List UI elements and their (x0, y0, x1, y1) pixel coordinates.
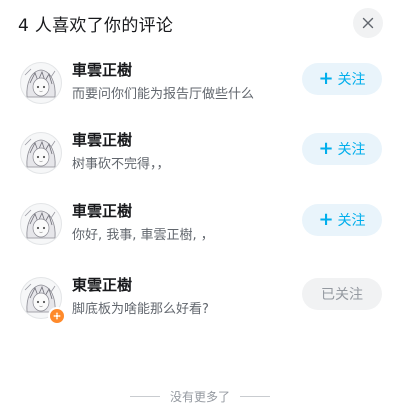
comment-text: 而要问你们能为报告厅做些什么 (72, 87, 255, 102)
followed-button[interactable]: 已关注 (302, 278, 382, 310)
comment-text: 你好, 我事, 車雲正樹, ， (72, 228, 214, 243)
user-name[interactable]: 車雲正樹 (72, 60, 132, 80)
divider (240, 395, 270, 397)
comment-text: 树事砍不完得，， (72, 157, 170, 172)
no-more-text: 没有更多了 (169, 389, 230, 404)
avatar-illustration (24, 68, 56, 98)
user-row[interactable]: 東雲正樹 脚底板为啥能那么好看? 已关注 (0, 275, 400, 335)
sheet-header: 4 人喜欢了你的评论 (18, 9, 173, 37)
user-name[interactable]: 東雲正樹 (72, 275, 132, 295)
avatar-illustration (24, 138, 56, 168)
follow-button[interactable]: + 关注 (302, 204, 382, 236)
user-row[interactable]: 車雲正樹 而要问你们能为报告厅做些什么 + 关注 (0, 60, 400, 120)
user-name[interactable]: 車雲正樹 (72, 130, 132, 150)
avatar[interactable] (20, 62, 62, 104)
user-row[interactable]: 車雲正樹 树事砍不完得，， + 关注 (0, 130, 400, 190)
liked-comment-sheet: 4 人喜欢了你的评论 車雲正樹 而要问你们能为报告厅做些什么 + 关注 車雲正樹… (0, 0, 400, 418)
divider (129, 395, 160, 397)
follow-label: 关注 (337, 72, 366, 88)
avatar-illustration (24, 209, 56, 239)
follow-button[interactable]: + 关注 (302, 133, 382, 165)
follow-label: 关注 (337, 213, 366, 229)
follow-button[interactable]: + 关注 (302, 63, 382, 95)
follow-label: 关注 (337, 142, 366, 158)
comment-text: 脚底板为啥能那么好看? (72, 302, 209, 317)
avatar[interactable] (20, 132, 62, 174)
close-button[interactable] (353, 8, 383, 38)
plus-icon: + (318, 138, 334, 159)
close-icon (362, 14, 374, 33)
user-row[interactable]: 車雲正樹 你好, 我事, 車雲正樹, ， + 关注 (0, 201, 400, 261)
plus-icon: + (318, 209, 334, 230)
plus-icon: + (318, 68, 334, 89)
follow-label: 已关注 (321, 287, 363, 303)
list-end-indicator: 没有更多了 (0, 384, 400, 408)
avatar[interactable] (20, 203, 62, 245)
sheet-title: 4 人喜欢了你的评论 (18, 15, 174, 36)
user-name[interactable]: 車雲正樹 (72, 201, 132, 221)
flower-badge-icon (48, 307, 66, 325)
